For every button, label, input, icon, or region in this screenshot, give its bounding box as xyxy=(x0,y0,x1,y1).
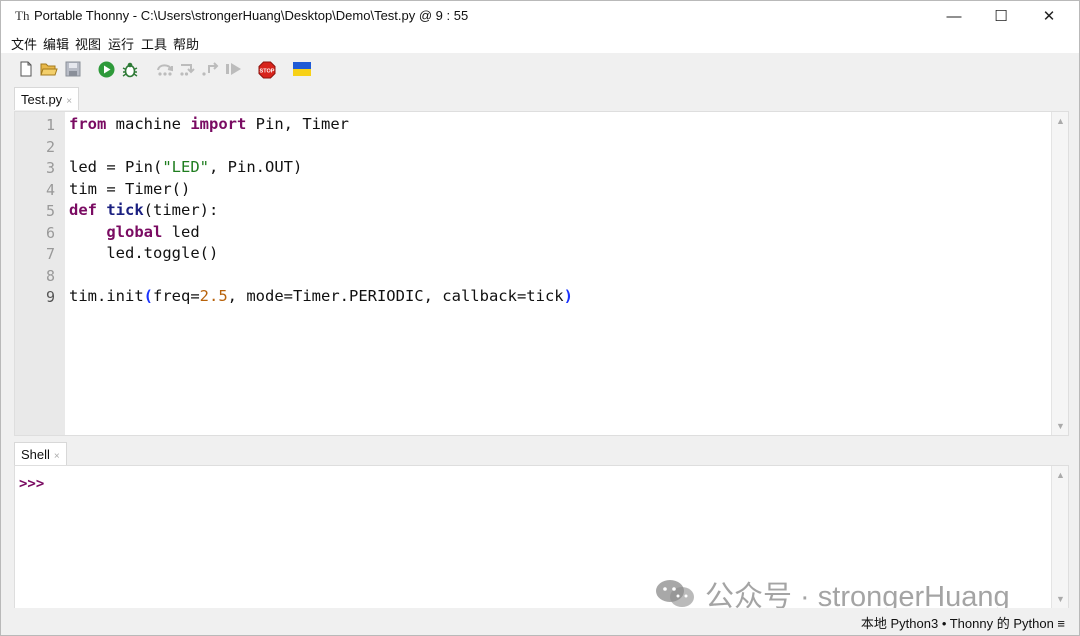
code-token: from xyxy=(69,115,107,133)
scroll-up-icon[interactable]: ▲ xyxy=(1056,116,1065,126)
svg-text:STOP: STOP xyxy=(260,68,275,74)
resume-icon[interactable] xyxy=(225,61,243,77)
line-number: 1 xyxy=(45,116,55,134)
code-token: import xyxy=(190,115,247,133)
code-line: tim = Timer() xyxy=(69,179,191,198)
scroll-down-icon[interactable]: ▼ xyxy=(1056,421,1065,431)
stop-icon[interactable]: STOP xyxy=(258,61,276,79)
code-token: "LED" xyxy=(162,158,209,176)
code-line: led.toggle() xyxy=(69,244,219,262)
maximize-button[interactable]: ☐ xyxy=(978,1,1024,31)
status-bar: 本地 Python3 • Thonny 的 Python ≡ xyxy=(1,608,1079,635)
code-editor[interactable]: 1 2 3 4 5 6 7 8 9 from machine import Pi… xyxy=(14,111,1069,436)
code-token: ( xyxy=(143,287,153,305)
code-line: from machine import Pin, Timer xyxy=(69,115,349,133)
tab-close-icon[interactable]: × xyxy=(66,96,72,107)
window-title: Portable Thonny - C:\Users\strongerHuang… xyxy=(34,8,469,23)
thonny-app-icon: Th xyxy=(15,8,30,23)
minimize-button[interactable]: — xyxy=(931,1,977,31)
line-number: 8 xyxy=(45,266,55,285)
scroll-up-icon[interactable]: ▲ xyxy=(1056,470,1065,480)
step-into-icon[interactable] xyxy=(178,61,198,77)
line-number: 7 xyxy=(45,245,55,263)
tab-label: Shell xyxy=(21,447,50,462)
line-number: 4 xyxy=(45,180,55,199)
tab-label: Test.py xyxy=(21,92,63,107)
menu-bar: 文件 编辑 视图 运行 工具 帮助 xyxy=(1,31,1079,53)
ukraine-flag-icon[interactable] xyxy=(293,61,311,77)
code-line: tim.init(freq=2.5, mode=Timer.PERIODIC, … xyxy=(69,287,573,305)
debug-icon[interactable] xyxy=(121,61,139,78)
line-number-current: 9 xyxy=(45,288,55,306)
line-number: 3 xyxy=(45,159,55,177)
code-token: tick xyxy=(106,201,144,219)
menu-file[interactable]: 文件 xyxy=(11,34,37,53)
code-token: def xyxy=(69,201,97,219)
code-token: ) xyxy=(563,287,573,305)
title-bar: Th Portable Thonny - C:\Users\strongerHu… xyxy=(1,1,1079,31)
tab-close-icon[interactable]: × xyxy=(54,451,60,462)
code-line: led = Pin("LED", Pin.OUT) xyxy=(69,158,303,176)
line-number: 2 xyxy=(45,137,55,156)
save-icon[interactable] xyxy=(65,61,81,77)
step-over-icon[interactable] xyxy=(155,61,175,77)
menu-view[interactable]: 视图 xyxy=(75,34,101,53)
shell-tab-row: Shell × xyxy=(1,442,1079,465)
line-number-gutter: 1 2 3 4 5 6 7 8 9 xyxy=(15,112,65,435)
code-line: def tick(timer): xyxy=(69,201,219,219)
scroll-down-icon[interactable]: ▼ xyxy=(1056,594,1065,604)
interpreter-status[interactable]: 本地 Python3 • Thonny 的 Python ≡ xyxy=(861,613,1065,632)
tab-test-py[interactable]: Test.py × xyxy=(14,87,80,110)
editor-tab-row: Test.py × xyxy=(1,87,1079,111)
code-line: global led xyxy=(106,222,200,241)
code-token: global xyxy=(106,222,163,241)
new-file-icon[interactable] xyxy=(18,61,34,77)
code-token: 2.5 xyxy=(199,287,228,305)
shell-prompt: >>> xyxy=(19,476,45,492)
tab-shell[interactable]: Shell × xyxy=(14,442,67,465)
shell-scrollbar[interactable]: ▲ ▼ xyxy=(1051,466,1068,608)
open-folder-icon[interactable] xyxy=(40,61,58,77)
thonny-window: Th Portable Thonny - C:\Users\strongerHu… xyxy=(0,0,1080,636)
editor-scrollbar[interactable]: ▲ ▼ xyxy=(1051,112,1068,435)
menu-tools[interactable]: 工具 xyxy=(141,34,167,53)
line-number: 5 xyxy=(45,202,55,220)
close-button[interactable]: ✕ xyxy=(1026,1,1072,31)
step-out-icon[interactable] xyxy=(201,61,221,77)
menu-edit[interactable]: 编辑 xyxy=(43,34,69,53)
line-number: 6 xyxy=(45,223,55,242)
menu-help[interactable]: 帮助 xyxy=(173,34,199,53)
menu-run[interactable]: 运行 xyxy=(108,34,134,53)
run-icon[interactable] xyxy=(98,61,115,78)
wechat-icon xyxy=(656,580,694,607)
